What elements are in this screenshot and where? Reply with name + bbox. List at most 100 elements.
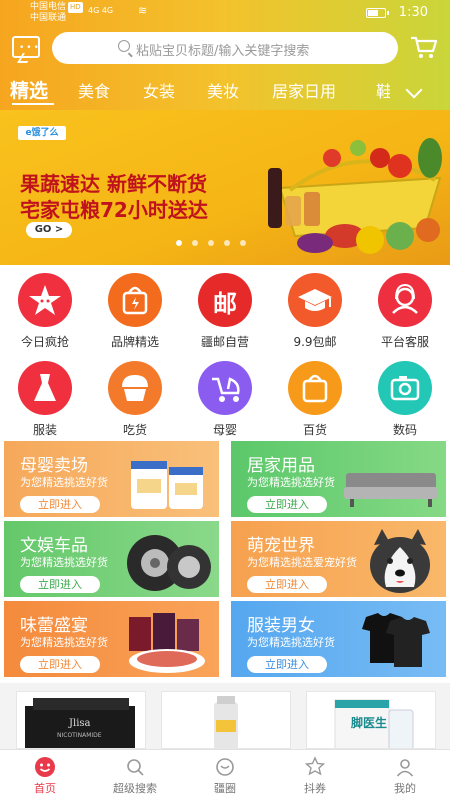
banner-go-button[interactable]: GO >: [26, 222, 72, 238]
card-gourmet[interactable]: 味蕾盛宴 为您精选挑选好货 立即进入: [4, 601, 219, 677]
enter-button[interactable]: 立即进入: [247, 656, 327, 673]
card-subtitle: 为您精选挑选好货: [20, 556, 108, 569]
grid-label: 服装: [32, 423, 57, 437]
tab-circle[interactable]: 疆圈: [180, 750, 270, 800]
search-icon: [124, 756, 146, 778]
tab-label: 疆圈: [214, 782, 236, 795]
banner-headline-2: 宅家屯粮72小时送达: [20, 198, 208, 222]
pagination-dot[interactable]: [192, 240, 198, 246]
shopping-bag-bolt-icon: [108, 273, 162, 327]
search-input[interactable]: 粘贴宝贝标题/输入关键字搜索: [52, 32, 398, 64]
grocery-basket-image: [268, 138, 442, 254]
card-subtitle: 为您精选挑选好货: [20, 636, 108, 649]
tab-food[interactable]: 美食: [78, 78, 110, 102]
husky-dog-image: [370, 529, 430, 593]
card-title: 居家用品: [247, 456, 315, 476]
product-row: Jlisa NICOTINAMIDE 脚医生: [0, 683, 450, 749]
card-subtitle: 为您精选挑选爱宠好货: [247, 556, 357, 569]
product-brand: Jlisa: [69, 718, 91, 729]
pagination-dot[interactable]: [176, 240, 182, 246]
cart-icon[interactable]: [410, 36, 438, 60]
cupcake-icon: [108, 361, 162, 415]
grid-item-clothing[interactable]: 服装: [0, 361, 90, 438]
header: 中国电信 HD 中国联通 4G 4G ≋ 1:30 ••• 粘贴宝贝标题/输入关键…: [0, 0, 450, 110]
signal-icon: 4G 4G: [88, 6, 114, 15]
sofa-image: [344, 473, 438, 507]
tab-coupons[interactable]: 抖券: [270, 750, 360, 800]
card-subtitle: 为您精选挑选好货: [20, 476, 108, 489]
grid-label: 吃货: [122, 423, 147, 437]
product-card[interactable]: 脚医生: [306, 691, 436, 749]
battery-icon: [366, 8, 389, 18]
card-title: 服装男女: [247, 616, 315, 636]
grid-label: 母婴: [212, 423, 237, 437]
camera-icon: [378, 361, 432, 415]
card-subtitle: 为您精选挑选好货: [247, 636, 335, 649]
tab-featured[interactable]: 精选: [10, 76, 48, 103]
card-title: 文娱车品: [20, 536, 88, 556]
carrier-1: 中国电信: [30, 2, 67, 12]
card-apparel[interactable]: 服装男女 为您精选挑选好货 立即进入: [231, 601, 446, 677]
category-tabs: 精选 美食 女装 美妆 居家日用 鞋: [0, 72, 450, 108]
pagination-dot[interactable]: [240, 240, 246, 246]
tab-shoes[interactable]: 鞋: [376, 78, 390, 102]
enter-button[interactable]: 立即进入: [247, 496, 327, 513]
star-face-icon: [18, 273, 72, 327]
enter-button[interactable]: 立即进入: [20, 496, 100, 513]
card-household[interactable]: 居家用品 为您精选挑选好货 立即进入: [231, 441, 446, 517]
product-card[interactable]: Jlisa NICOTINAMIDE: [16, 691, 146, 749]
grid-item-mother-baby[interactable]: 母婴: [180, 361, 270, 438]
pagination-dot[interactable]: [224, 240, 230, 246]
grid-item-foodie[interactable]: 吃货: [90, 361, 180, 438]
tab-super-search[interactable]: 超级搜索: [90, 750, 180, 800]
grid-item-free-shipping[interactable]: 9.9包邮: [270, 273, 360, 350]
promo-cards: 母婴卖场 为您精选挑选好货 立即进入 居家用品 为您精选挑选好货 立即进入 文娱…: [0, 437, 450, 683]
brand-logo: e饿了么: [18, 126, 66, 140]
tab-mine[interactable]: 我的: [360, 750, 450, 800]
grid-label: 今日疯抢: [20, 335, 69, 349]
tab-women-clothing[interactable]: 女装: [143, 78, 175, 102]
enter-button[interactable]: 立即进入: [247, 576, 327, 593]
hd-badge: HD: [68, 2, 83, 13]
shopping-bag-icon: [288, 361, 342, 415]
banner-headline-1: 果蔬速达 新鲜不断货: [20, 172, 207, 196]
tab-home[interactable]: 首页: [0, 750, 90, 800]
grid-item-daily-deals[interactable]: 今日疯抢: [0, 273, 90, 350]
card-title: 萌宠世界: [247, 536, 315, 556]
tab-label: 我的: [394, 782, 416, 795]
carrier-2: 中国联通: [30, 13, 67, 23]
card-subtitle: 为您精选挑选好货: [247, 476, 335, 489]
tab-household[interactable]: 居家日用: [272, 78, 336, 102]
grid-label: 百货: [302, 423, 327, 437]
card-mother-baby[interactable]: 母婴卖场 为您精选挑选好货 立即进入: [4, 441, 219, 517]
tab-label: 超级搜索: [113, 782, 157, 795]
grid-item-general-goods[interactable]: 百货: [270, 361, 360, 438]
grid-label: 平台客服: [380, 335, 429, 349]
home-face-icon: [34, 756, 56, 778]
circle-icon: [214, 756, 236, 778]
tab-cosmetics[interactable]: 美妆: [207, 78, 239, 102]
grid-item-digital[interactable]: 数码: [360, 361, 450, 438]
message-icon[interactable]: •••: [12, 36, 40, 58]
mail-char-icon: 邮: [198, 273, 252, 327]
grid-label: 品牌精选: [110, 335, 159, 349]
card-title: 母婴卖场: [20, 456, 88, 476]
grid-item-brand-picks[interactable]: 品牌精选: [90, 273, 180, 350]
tires-image: [127, 535, 211, 591]
grid-label: 数码: [392, 423, 417, 437]
wifi-icon: ≋: [138, 4, 148, 17]
card-entertainment-auto[interactable]: 文娱车品 为您精选挑选好货 立即进入: [4, 521, 219, 597]
grid-item-xinjiang-post[interactable]: 邮 疆邮自营: [180, 273, 270, 350]
grid-label: 9.9包邮: [293, 335, 337, 349]
product-brand: 脚医生: [351, 716, 388, 730]
card-pets[interactable]: 萌宠世界 为您精选挑选爱宠好货 立即进入: [231, 521, 446, 597]
active-tab-indicator: [12, 103, 54, 105]
enter-button[interactable]: 立即进入: [20, 656, 100, 673]
grid-item-customer-service[interactable]: 平台客服: [360, 273, 450, 350]
pagination-dot[interactable]: [208, 240, 214, 246]
enter-button[interactable]: 立即进入: [20, 576, 100, 593]
dress-icon: [18, 361, 72, 415]
product-card[interactable]: [161, 691, 291, 749]
search-icon: [118, 40, 130, 52]
product-image: [214, 696, 238, 748]
